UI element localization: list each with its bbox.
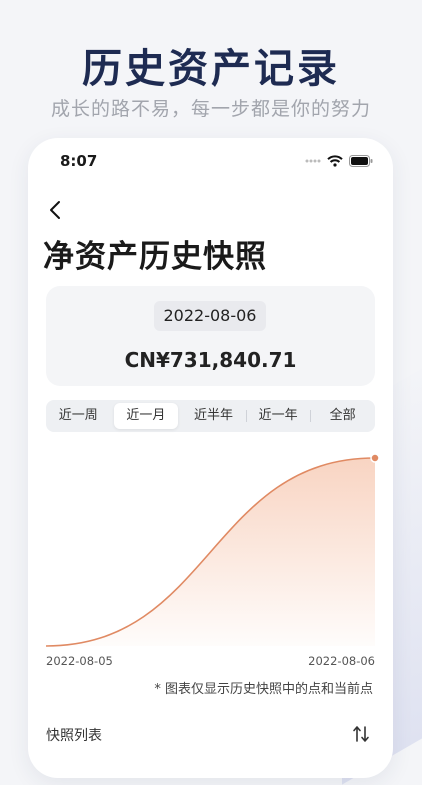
tab-all[interactable]: 全部 xyxy=(310,403,375,429)
wifi-icon xyxy=(327,155,343,167)
signal-dots-icon xyxy=(305,159,321,163)
chart-note: * 图表仅显示历史快照中的点和当前点 xyxy=(154,682,373,697)
range-tabs: 近一周 近一月 近半年 近一年 全部 xyxy=(46,400,375,432)
tab-half-year[interactable]: 近半年 xyxy=(181,403,246,429)
status-time: 8:07 xyxy=(60,152,98,170)
x-axis-start-label: 2022-08-05 xyxy=(46,654,113,668)
sort-arrows-icon[interactable] xyxy=(351,724,371,744)
promo-subline: 成长的路不易，每一步都是你的努力 xyxy=(50,98,371,120)
tab-month[interactable]: 近一月 xyxy=(113,403,179,429)
snapshot-list-title: 快照列表 xyxy=(46,728,102,744)
tab-week[interactable]: 近一周 xyxy=(46,403,111,429)
snapshot-card: 2022-08-06 CN¥731,840.71 xyxy=(46,286,375,386)
chart-point[interactable] xyxy=(370,453,380,463)
tab-year[interactable]: 近一年 xyxy=(245,403,311,429)
chevron-left-icon[interactable] xyxy=(44,198,68,222)
phone-frame: 8:07 净资产历史快照 2022-08-06 CN¥731,840.71 近一… xyxy=(28,138,393,778)
snapshot-date: 2022-08-06 xyxy=(154,301,266,331)
page-title: 净资产历史快照 xyxy=(43,239,267,275)
battery-icon xyxy=(349,155,373,167)
snapshot-value: CN¥731,840.71 xyxy=(124,348,297,372)
x-axis-end-label: 2022-08-06 xyxy=(308,654,375,668)
promo-headline: 历史资产记录 xyxy=(82,46,340,92)
net-worth-chart xyxy=(45,453,380,647)
status-icons xyxy=(305,154,373,168)
